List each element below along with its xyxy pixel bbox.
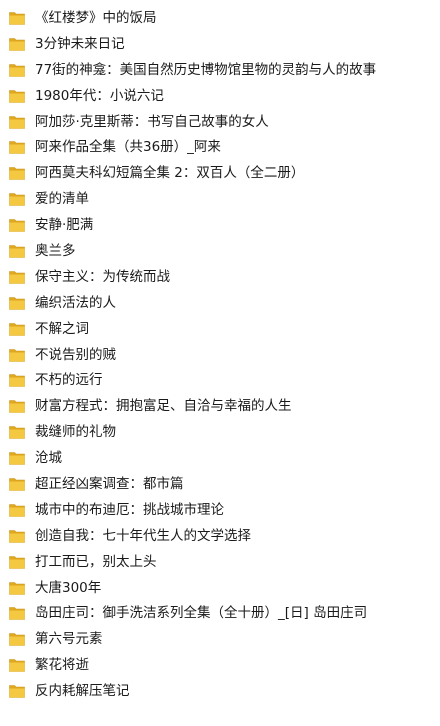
folder-item[interactable]: 保守主义：为传统而战 (0, 264, 440, 290)
folder-item[interactable]: 不说告别的贼 (0, 342, 440, 368)
folder-icon (9, 192, 25, 206)
folder-name: 打工而已，别太上头 (35, 553, 157, 570)
folder-icon (9, 115, 25, 129)
folder-icon (9, 658, 25, 673)
folder-name: 岛田庄司：御手洗洁系列全集（全十册）_[日] 岛田庄司 (35, 605, 368, 622)
folder-icon (9, 140, 25, 155)
folder-name: 城市中的布迪厄：挑战城市理论 (35, 501, 224, 518)
folder-name: 《红楼梦》中的饭局 (35, 9, 157, 26)
folder-item[interactable]: 城市中的布迪厄：挑战城市理论 (0, 497, 440, 523)
folder-item[interactable]: 打工而已，别太上头 (0, 549, 440, 575)
folder-item[interactable]: 安静·肥满 (0, 212, 440, 238)
folder-icon (9, 581, 25, 595)
folder-name: 繁花将逝 (35, 657, 89, 674)
folder-name: 3分钟未来日记 (35, 35, 125, 52)
folder-icon (9, 37, 25, 51)
folder-name: 大唐300年 (35, 579, 102, 596)
folder-name: 创造自我：七十年代生人的文学选择 (35, 527, 251, 544)
folder-icon (9, 63, 25, 77)
folder-name: 不朽的远行 (35, 372, 103, 389)
folder-icon (9, 477, 25, 491)
folder-icon (9, 632, 25, 647)
folder-item[interactable]: 阿加莎·克里斯蒂：书写自己故事的女人 (0, 109, 440, 135)
folder-icon (9, 606, 25, 621)
folder-name: 沧城 (35, 450, 62, 467)
folder-list: 《红楼梦》中的饭局 3分钟未来日记 77街的神龛：美国自然历史博物馆里物的灵韵与人的… (0, 0, 440, 704)
folder-item[interactable]: 编织活法的人 (0, 290, 440, 316)
folder-item[interactable]: 不朽的远行 (0, 367, 440, 393)
folder-name: 奥兰多 (35, 242, 76, 259)
folder-name: 爱的清单 (35, 191, 89, 208)
folder-name: 阿加莎·克里斯蒂：书写自己故事的女人 (35, 113, 269, 130)
folder-item[interactable]: 77街的神龛：美国自然历史博物馆里物的灵韵与人的故事 (0, 57, 440, 83)
folder-item[interactable]: 不解之词 (0, 316, 440, 342)
folder-name: 阿西莫夫科幻短篇全集 2：双百人（全二册） (35, 165, 305, 182)
folder-icon (9, 684, 25, 698)
folder-name: 第六号元素 (35, 631, 103, 648)
folder-icon (9, 270, 25, 284)
folder-name: 保守主义：为传统而战 (35, 268, 170, 285)
folder-item[interactable]: 1980年代：小说六记 (0, 83, 440, 109)
folder-name: 阿来作品全集（共36册）_阿来 (35, 139, 221, 156)
folder-item[interactable]: 沧城 (0, 445, 440, 471)
folder-item[interactable]: 第六号元素 (0, 626, 440, 652)
folder-icon (9, 373, 25, 388)
folder-icon (9, 503, 25, 517)
folder-icon (9, 425, 25, 439)
folder-item[interactable]: 爱的清单 (0, 186, 440, 212)
folder-item[interactable]: 阿来作品全集（共36册）_阿来 (0, 134, 440, 160)
folder-icon (9, 296, 25, 310)
folder-item[interactable]: 大唐300年 (0, 575, 440, 601)
folder-name: 不解之词 (35, 320, 89, 337)
folder-icon (9, 529, 25, 543)
folder-item[interactable]: 财富方程式：拥抱富足、自洽与幸福的人生 (0, 393, 440, 419)
folder-item[interactable]: 岛田庄司：御手洗洁系列全集（全十册）_[日] 岛田庄司 (0, 600, 440, 626)
folder-icon (9, 451, 25, 465)
folder-icon (9, 11, 25, 25)
folder-icon (9, 322, 25, 336)
folder-icon (9, 89, 25, 103)
folder-icon (9, 244, 25, 258)
folder-icon (9, 218, 25, 232)
folder-item[interactable]: 裁缝师的礼物 (0, 419, 440, 445)
folder-icon (9, 348, 25, 362)
folder-item[interactable]: 繁花将逝 (0, 652, 440, 678)
folder-item[interactable]: 《红楼梦》中的饭局 (0, 5, 440, 31)
folder-item[interactable]: 奥兰多 (0, 238, 440, 264)
folder-name: 财富方程式：拥抱富足、自洽与幸福的人生 (35, 398, 292, 415)
folder-name: 裁缝师的礼物 (35, 424, 116, 441)
folder-name: 编织活法的人 (35, 294, 116, 311)
folder-name: 77街的神龛：美国自然历史博物馆里物的灵韵与人的故事 (35, 61, 377, 78)
folder-name: 1980年代：小说六记 (35, 87, 164, 104)
folder-item[interactable]: 超正经凶案调查：都市篇 (0, 471, 440, 497)
folder-icon (9, 166, 25, 181)
folder-name: 超正经凶案调查：都市篇 (35, 475, 184, 492)
folder-name: 安静·肥满 (35, 217, 94, 234)
folder-item[interactable]: 创造自我：七十年代生人的文学选择 (0, 523, 440, 549)
folder-name: 不说告别的贼 (35, 346, 116, 363)
folder-item[interactable]: 反内耗解压笔记 (0, 678, 440, 704)
folder-icon (9, 399, 25, 414)
folder-name: 反内耗解压笔记 (35, 683, 130, 700)
folder-item[interactable]: 阿西莫夫科幻短篇全集 2：双百人（全二册） (0, 160, 440, 186)
folder-item[interactable]: 3分钟未来日记 (0, 31, 440, 57)
folder-icon (9, 555, 25, 569)
